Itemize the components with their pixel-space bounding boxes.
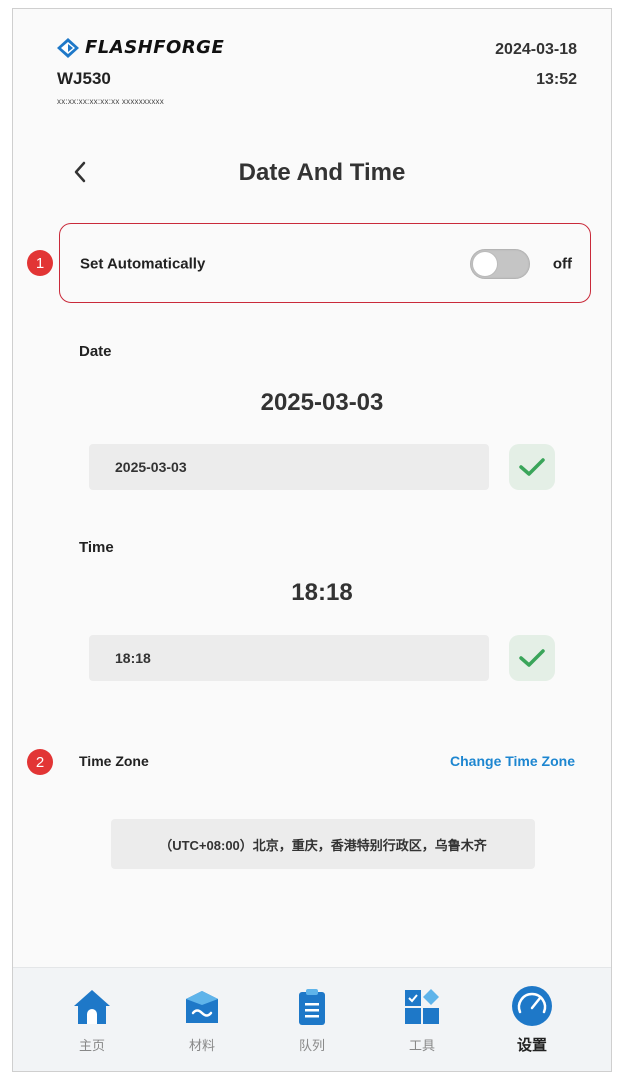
nav-label-queue: 队列	[298, 1038, 325, 1053]
set-automatically-row: Set Automatically off	[59, 223, 591, 303]
nav-item-tools[interactable]: 工具	[382, 985, 462, 1054]
status-time: 13:52	[536, 71, 577, 88]
time-label: Time	[79, 539, 114, 556]
settings-icon	[510, 984, 554, 1028]
checkmark-icon	[519, 649, 545, 667]
annotation-marker-2: 2	[27, 749, 53, 775]
date-confirm-button[interactable]	[509, 444, 555, 490]
toggle-knob	[472, 251, 498, 277]
page-title: Date And Time	[238, 159, 406, 186]
screen-frame: FLASHFORGE WJ530 xx:xx:xx:xx:xx:xx xxxxx…	[12, 8, 612, 1072]
tools-icon	[400, 985, 444, 1029]
time-zone-value[interactable]: （UTC+08:00）北京，重庆，香港特别行政区，乌鲁木齐	[111, 819, 535, 869]
nav-label-settings: 设置	[516, 1037, 547, 1054]
device-identifier: xx:xx:xx:xx:xx:xx xxxxxxxxxx	[57, 97, 164, 106]
time-display: 18:18	[291, 579, 353, 606]
nav-item-material[interactable]: 材料	[162, 985, 242, 1054]
time-confirm-button[interactable]	[509, 635, 555, 681]
change-time-zone-link[interactable]: Change Time Zone	[450, 753, 575, 769]
nav-label-material: 材料	[188, 1038, 215, 1053]
set-automatically-toggle[interactable]	[470, 249, 530, 279]
material-icon	[180, 985, 224, 1029]
date-display: 2025-03-03	[260, 389, 384, 416]
home-icon	[70, 985, 114, 1029]
brand-name: FLASHFORGE	[85, 37, 225, 58]
nav-item-queue[interactable]: 队列	[272, 985, 352, 1054]
time-input[interactable]: 18:18	[89, 635, 489, 681]
date-label: Date	[79, 343, 112, 360]
nav-label-home: 主页	[78, 1038, 105, 1053]
toggle-state-text: off	[552, 255, 572, 273]
bottom-nav: 主页 材料 队列 工具 设置	[13, 967, 611, 1071]
checkmark-icon	[519, 458, 545, 476]
brand-logo: FLASHFORGE	[57, 37, 224, 58]
nav-label-tools: 工具	[408, 1038, 435, 1053]
date-input[interactable]: 2025-03-03	[89, 444, 489, 490]
device-name: WJ530	[57, 69, 111, 88]
time-zone-label: Time Zone	[79, 753, 149, 769]
annotation-marker-1: 1	[27, 250, 53, 276]
nav-item-home[interactable]: 主页	[52, 985, 132, 1054]
queue-icon	[290, 985, 334, 1029]
flashforge-logo-icon	[57, 37, 79, 58]
nav-item-settings[interactable]: 设置	[492, 984, 572, 1055]
set-automatically-label: Set Automatically	[80, 255, 206, 273]
status-date: 2024-03-18	[495, 41, 577, 58]
